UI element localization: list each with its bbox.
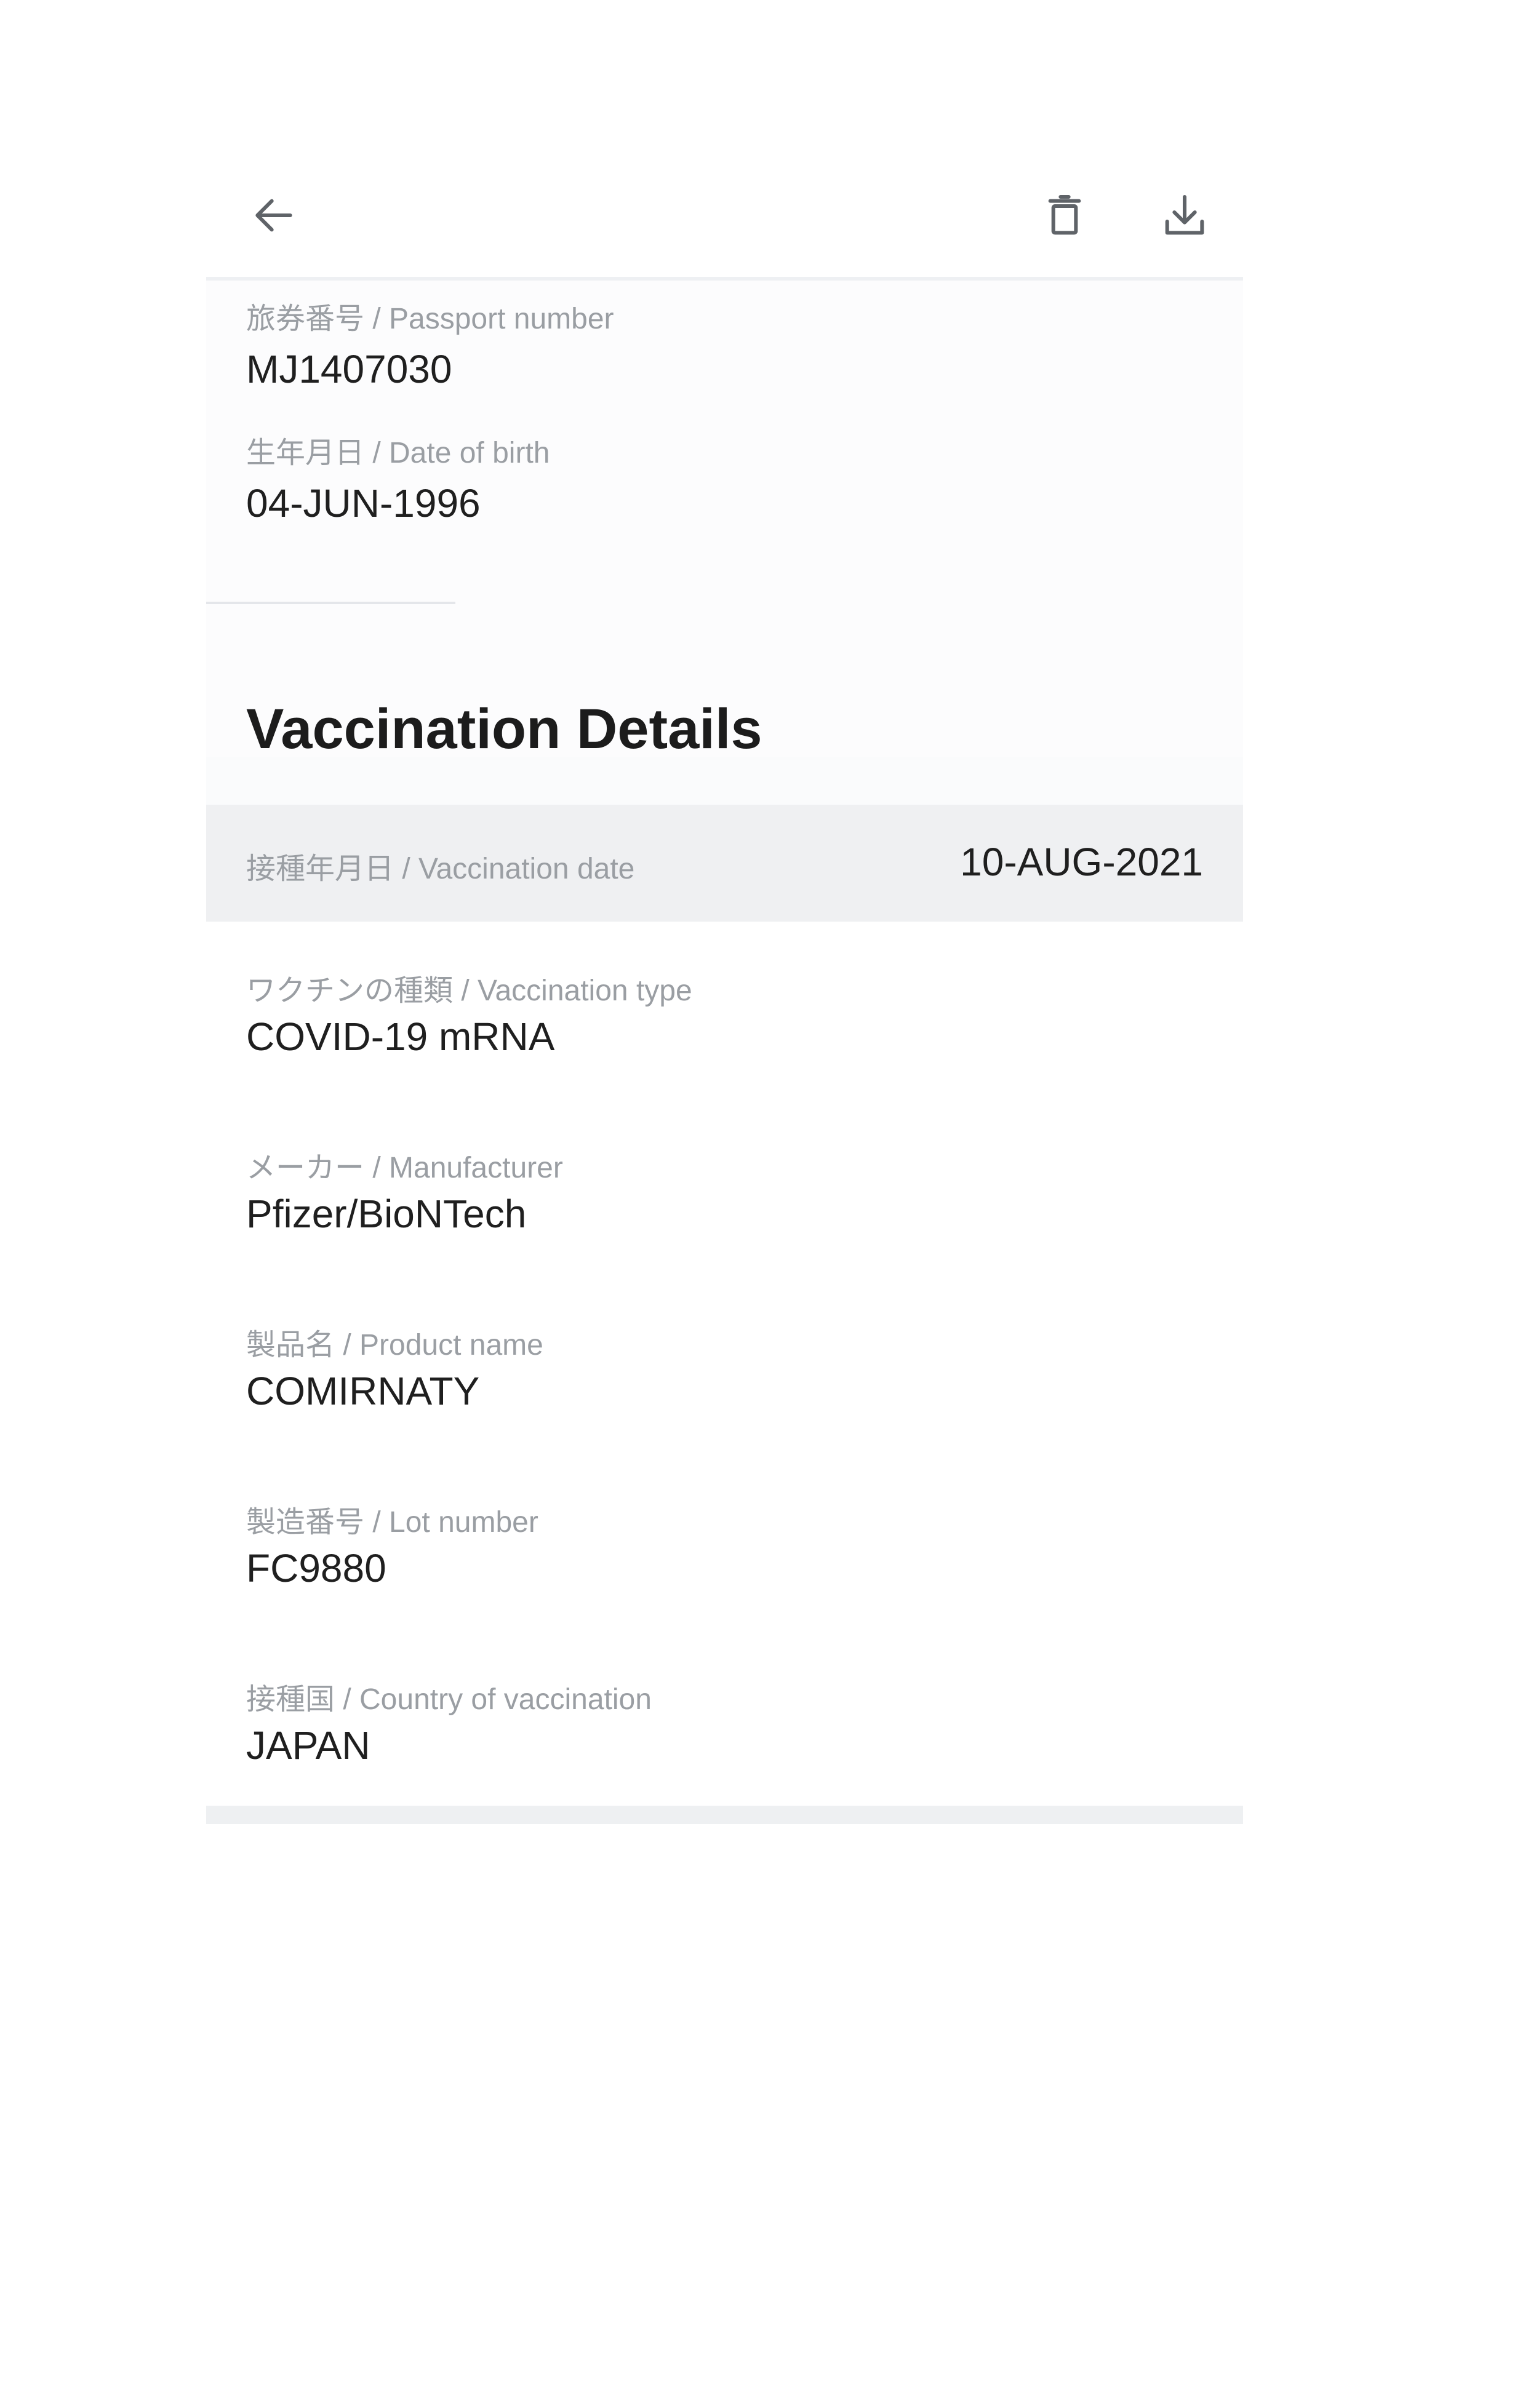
- product-name-label: 製品名 / Product name: [246, 1329, 543, 1361]
- date-of-birth-field: 生年月日 / Date of birth 04-JUN-1996: [246, 436, 550, 528]
- arrow-left-icon: [255, 199, 292, 232]
- manufacturer-value: Pfizer/BioNTech: [246, 1192, 527, 1236]
- lot-number-label: 製造番号 / Lot number: [246, 1506, 538, 1539]
- country-of-vaccination-label: 接種国 / Country of vaccination: [246, 1683, 652, 1716]
- vaccination-type-value: COVID-19 mRNA: [246, 1015, 555, 1059]
- passport-number-field: 旅券番号 / Passport number MJ1407030: [246, 301, 614, 394]
- product-name-row: 製品名 / Product name COMIRNATY: [206, 1276, 1243, 1456]
- date-of-birth-label: 生年月日 / Date of birth: [246, 437, 550, 469]
- lot-number-value: FC9880: [246, 1546, 386, 1590]
- passport-number-label: 旅券番号 / Passport number: [246, 303, 614, 335]
- vaccination-date-row: 接種年月日 / Vaccination date 10-AUG-2021: [206, 805, 1243, 922]
- vaccination-details-title: Vaccination Details: [246, 698, 762, 760]
- product-name-value: COMIRNATY: [246, 1369, 480, 1413]
- download-button[interactable]: [1148, 178, 1222, 252]
- back-button[interactable]: [237, 178, 311, 252]
- download-icon: [1165, 195, 1204, 235]
- trash-icon: [1048, 195, 1081, 235]
- section-divider: [206, 602, 455, 604]
- passport-number-value: MJ1407030: [246, 346, 452, 391]
- date-of-birth-value: 04-JUN-1996: [246, 480, 481, 525]
- manufacturer-row: メーカー / Manufacturer Pfizer/BioNTech: [206, 1099, 1243, 1278]
- manufacturer-label: メーカー / Manufacturer: [246, 1152, 563, 1184]
- vaccination-type-row: ワクチンの種類 / Vaccination type COVID-19 mRNA: [206, 922, 1243, 1101]
- country-of-vaccination-row: 接種国 / Country of vaccination JAPAN: [206, 1630, 1243, 1808]
- certificate-screen: 旅券番号 / Passport number MJ1407030 生年月日 / …: [206, 154, 1243, 1824]
- country-of-vaccination-value: JAPAN: [246, 1723, 370, 1768]
- top-app-bar: [206, 154, 1243, 281]
- delete-button[interactable]: [1028, 178, 1102, 252]
- vaccination-date-value: 10-AUG-2021: [960, 840, 1203, 884]
- vaccination-type-label: ワクチンの種類 / Vaccination type: [246, 975, 692, 1007]
- vaccination-date-label: 接種年月日 / Vaccination date: [246, 853, 635, 885]
- bottom-edge: [206, 1806, 1243, 1824]
- lot-number-row: 製造番号 / Lot number FC9880: [206, 1453, 1243, 1633]
